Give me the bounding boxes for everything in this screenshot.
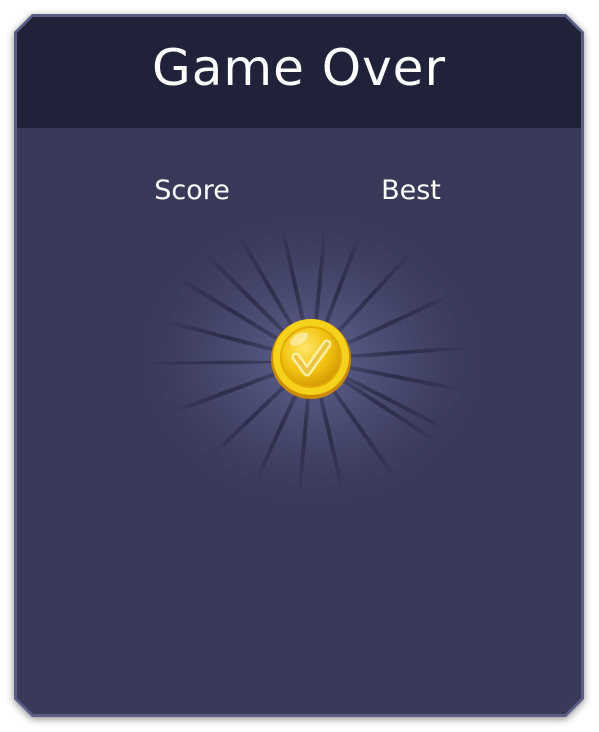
score-label: Score	[154, 175, 230, 206]
dialog-border: Game Over Score Best	[14, 14, 584, 717]
dialog-title: Game Over	[151, 39, 446, 97]
dialog-body: Game Over Score Best	[17, 17, 581, 714]
game-over-dialog: Game Over Score Best	[14, 14, 584, 717]
best-label: Best	[381, 175, 441, 206]
dialog-header: Game Over	[17, 17, 581, 128]
gold-coin-check-icon	[271, 319, 351, 399]
